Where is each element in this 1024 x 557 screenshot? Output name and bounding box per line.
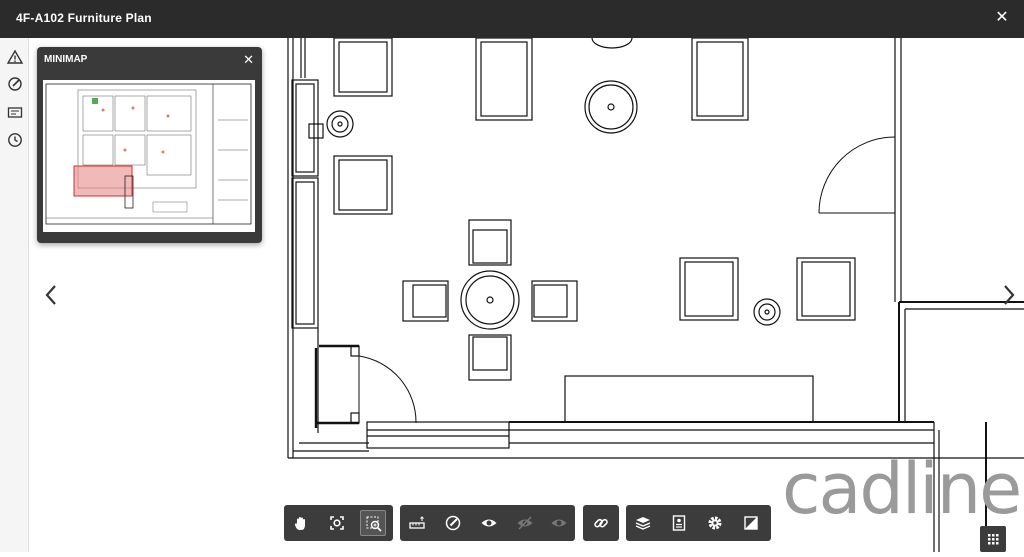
- markup-visibility-icon[interactable]: [546, 510, 572, 536]
- toolbar-group-link: [583, 505, 619, 541]
- compare-icon[interactable]: [738, 510, 764, 536]
- warning-icon[interactable]: [6, 48, 24, 66]
- history-icon[interactable]: [6, 131, 24, 149]
- grid-menu-icon[interactable]: [980, 526, 1006, 552]
- show-markups-icon[interactable]: [476, 510, 502, 536]
- minimap-header: MINIMAP ✕: [37, 47, 262, 73]
- toolbar-group-sheet: [626, 505, 771, 541]
- markup-icon[interactable]: [6, 75, 24, 93]
- minimap-close-icon[interactable]: ✕: [243, 52, 254, 68]
- cadline-watermark: cadline: [782, 448, 1022, 530]
- minimap-sheet-thumbnail: [45, 83, 252, 225]
- minimap-view[interactable]: [43, 80, 255, 232]
- measure-icon[interactable]: [404, 510, 430, 536]
- left-rail: [0, 38, 29, 552]
- minimap-title: MINIMAP: [44, 54, 88, 65]
- previous-sheet-icon[interactable]: [40, 280, 62, 310]
- properties-icon[interactable]: [6, 103, 24, 121]
- minimap-panel: MINIMAP ✕: [37, 47, 262, 243]
- pan-tool-icon[interactable]: [288, 510, 314, 536]
- hide-markups-icon[interactable]: [512, 510, 538, 536]
- window-title: 4F-A102 Furniture Plan: [16, 11, 152, 25]
- sheet-properties-icon[interactable]: [666, 510, 692, 536]
- settings-icon[interactable]: [702, 510, 728, 536]
- next-sheet-icon[interactable]: [998, 280, 1020, 310]
- toolbar-group-navigation: [284, 505, 393, 541]
- zoom-window-icon[interactable]: [360, 510, 386, 536]
- fit-view-icon[interactable]: [324, 510, 350, 536]
- layers-icon[interactable]: [630, 510, 656, 536]
- link-icon[interactable]: [588, 510, 614, 536]
- title-bar: 4F-A102 Furniture Plan ✕: [0, 0, 1024, 38]
- close-icon[interactable]: ✕: [992, 8, 1012, 28]
- markup-pen-icon[interactable]: [440, 510, 466, 536]
- toolbar-group-markup: [400, 505, 575, 541]
